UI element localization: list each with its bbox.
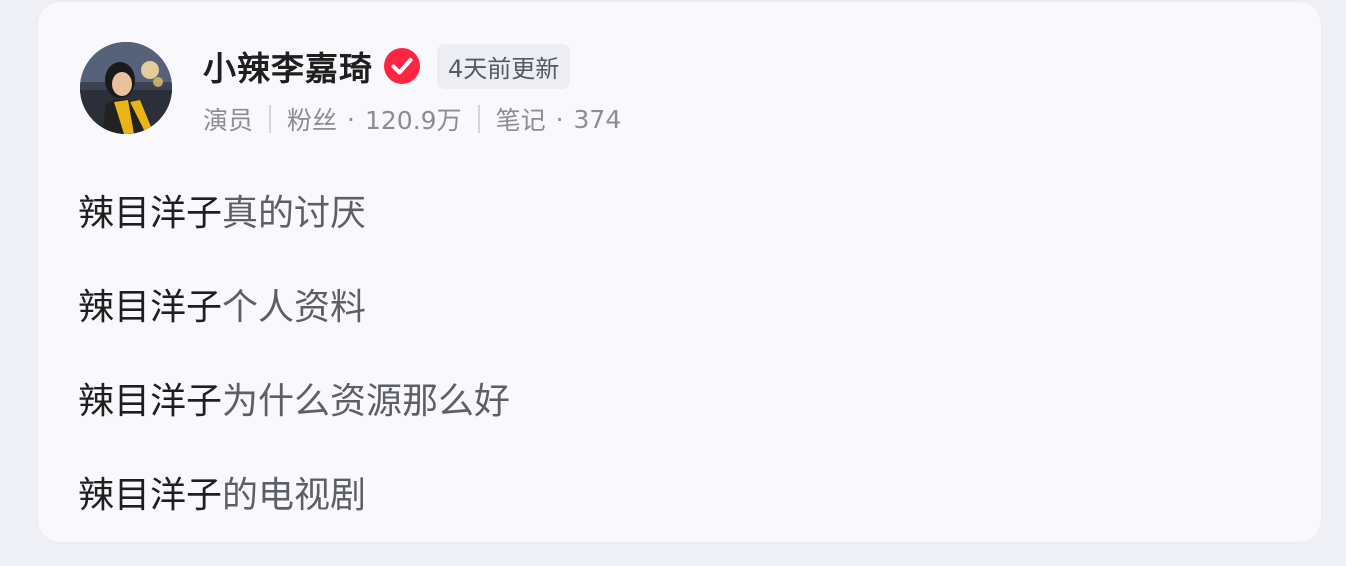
profile-header: 小辣李嘉琦 4天前更新 [203, 40, 571, 92]
suggestion-keyword: 辣目洋子 [78, 287, 223, 328]
suggestion-keyword: 辣目洋子 [78, 193, 223, 234]
profile-name[interactable]: 小辣李嘉琦 [203, 42, 373, 90]
suggestion-suffix: 真的讨厌 [222, 193, 367, 234]
followers-count: 120.9万 [364, 106, 462, 135]
search-suggestion[interactable]: 辣目洋子真的讨厌 [78, 190, 510, 238]
verified-check-icon [383, 47, 421, 85]
profile-meta: 演员 粉丝 · 120.9万 笔记 · 374 [203, 99, 621, 139]
suggestion-suffix: 个人资料 [222, 287, 367, 328]
search-suggestion[interactable]: 辣目洋子为什么资源那么好 [78, 378, 510, 426]
followers-label: 粉丝 [287, 106, 338, 135]
separator-dot: · [555, 104, 564, 134]
suggestion-suffix: 为什么资源那么好 [222, 381, 511, 422]
search-suggestion[interactable]: 辣目洋子个人资料 [78, 284, 510, 332]
search-suggestion[interactable]: 辣目洋子的电视剧 [78, 472, 510, 520]
role-label: 演员 [203, 106, 254, 135]
notes-label: 笔记 [495, 106, 546, 135]
notes-count: 374 [573, 104, 622, 134]
suggestion-keyword: 辣目洋子 [78, 475, 223, 516]
suggestion-suffix: 的电视剧 [222, 475, 367, 516]
update-badge: 4天前更新 [437, 43, 571, 89]
avatar-photo [80, 42, 172, 134]
separator-dot: · [347, 104, 355, 134]
suggestion-keyword: 辣目洋子 [78, 381, 223, 422]
divider [269, 105, 272, 133]
divider [477, 105, 480, 133]
avatar[interactable] [80, 42, 172, 134]
search-suggestion-list: 辣目洋子真的讨厌 辣目洋子个人资料 辣目洋子为什么资源那么好 辣目洋子的电视剧 [78, 190, 510, 566]
